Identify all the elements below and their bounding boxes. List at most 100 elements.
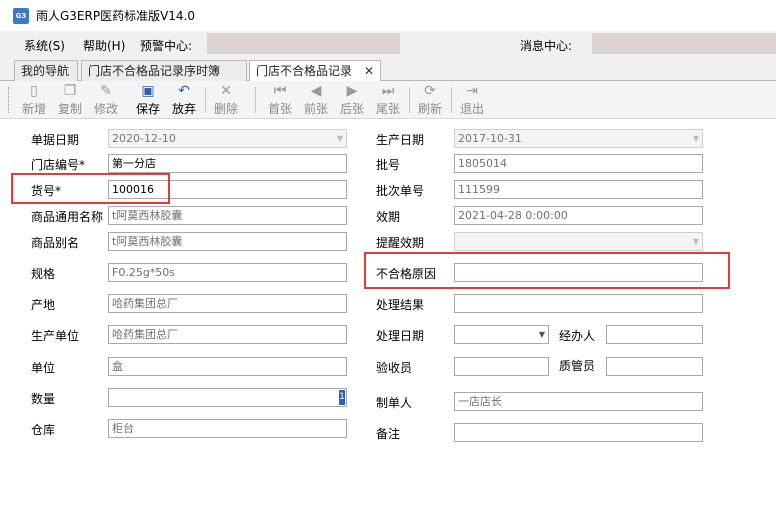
title-bar: G3 雨人G3ERP医药标准版V14.0 — [0, 0, 776, 31]
delete-button[interactable]: ✕ 删除 — [209, 83, 243, 117]
menu-bar: 系统(S) 帮助(H) 预警中心: 消息中心: — [0, 31, 776, 57]
app-logo-icon: G3 — [13, 7, 29, 24]
handle-date-label: 处理日期 — [376, 329, 425, 343]
batch-order-label: 批次单号 — [376, 184, 425, 198]
close-icon[interactable]: ✕ — [364, 61, 374, 81]
exit-icon: ⇥ — [466, 83, 478, 99]
edit-icon: ✎ — [100, 83, 112, 99]
manufacturer-field[interactable]: 哈药集团总厂 — [108, 325, 347, 344]
doc-date-field[interactable]: 2020-12-10 ▼ — [108, 129, 347, 148]
exit-button[interactable]: ⇥ 退出 — [455, 83, 489, 117]
prev-record-icon: ◀ — [310, 83, 322, 99]
toolbar-separator — [255, 87, 256, 113]
generic-name-field[interactable]: t阿莫西林胶囊 — [108, 206, 347, 225]
result-field[interactable] — [454, 294, 703, 313]
tab-my-navigation[interactable]: 我的导航 — [14, 60, 78, 81]
menu-help[interactable]: 帮助(H) — [83, 37, 125, 54]
copy-icon: ❐ — [63, 83, 77, 99]
origin-field[interactable]: 哈药集团总厂 — [108, 294, 347, 313]
warehouse-field[interactable]: 柜台 — [108, 419, 347, 438]
quantity-field[interactable]: 1 — [108, 388, 347, 407]
store-no-field[interactable]: 第一分店 — [108, 154, 347, 173]
receiver-label: 验收员 — [376, 361, 413, 375]
handle-date-field[interactable]: ▼ — [454, 325, 549, 344]
maker-label: 制单人 — [376, 396, 413, 410]
chevron-down-icon[interactable]: ▼ — [693, 233, 699, 250]
last-record-icon: ⏭ — [381, 83, 395, 99]
tab-bar: 我的导航 门店不合格品记录序时簿 门店不合格品记录 ✕ — [0, 57, 776, 82]
unit-label: 单位 — [31, 361, 56, 375]
handler-field[interactable] — [606, 325, 703, 344]
first-record-icon: ⏮ — [273, 83, 287, 99]
qc-field[interactable] — [606, 357, 703, 376]
menu-system[interactable]: 系统(S) — [24, 37, 65, 54]
undo-icon: ↶ — [178, 83, 190, 99]
item-no-highlight — [11, 173, 170, 204]
record-form: 单据日期 2020-12-10 ▼ 门店编号* 第一分店 货号* 100016 商… — [0, 119, 776, 517]
refresh-icon: ⟳ — [424, 83, 436, 99]
edit-button[interactable]: ✎ 修改 — [89, 83, 123, 117]
tab-label: 我的导航 — [21, 64, 70, 78]
spec-label: 规格 — [31, 267, 56, 281]
tab-label: 门店不合格品记录序时簿 — [88, 64, 221, 78]
message-center-label: 消息中心: — [520, 39, 573, 53]
toolbar-separator — [205, 87, 206, 113]
toolbar-separator — [451, 87, 452, 113]
store-no-label: 门店编号* — [31, 158, 86, 172]
toolbar: ▯ 新增 ❐ 复制 ✎ 修改 ▣ 保存 ↶ 放弃 ✕ 删除 ⏮ 首张 ◀ 前张 ▶ 后张 ⏭ 尾张 … — [0, 81, 776, 119]
tab-store-reject-journal[interactable]: 门店不合格品记录序时簿 — [81, 60, 247, 81]
save-icon: ▣ — [141, 83, 155, 99]
expiry-label: 效期 — [376, 210, 401, 224]
next-button[interactable]: ▶ 后张 — [335, 83, 369, 117]
window-title: 雨人G3ERP医药标准版V14.0 — [36, 9, 196, 23]
manufacturer-label: 生产单位 — [31, 329, 80, 343]
prod-date-label: 生产日期 — [376, 133, 425, 147]
warehouse-label: 仓库 — [31, 423, 56, 437]
first-button[interactable]: ⏮ 首张 — [263, 83, 297, 117]
quantity-label: 数量 — [31, 392, 56, 406]
reject-reason-highlight — [364, 252, 730, 289]
new-doc-icon: ▯ — [30, 83, 38, 99]
origin-label: 产地 — [31, 298, 56, 312]
save-button[interactable]: ▣ 保存 — [131, 83, 165, 117]
remind-expiry-label: 提醒效期 — [376, 236, 425, 250]
unit-field[interactable]: 盒 — [108, 357, 347, 376]
alias-label: 商品别名 — [31, 236, 80, 250]
result-label: 处理结果 — [376, 298, 425, 312]
batch-order-field[interactable]: 111599 — [454, 180, 703, 199]
remark-field[interactable] — [454, 423, 703, 442]
remind-expiry-field[interactable]: ▼ — [454, 232, 703, 251]
chevron-down-icon[interactable]: ▼ — [539, 326, 545, 343]
spec-field[interactable]: F0.25g*50s — [108, 263, 347, 282]
remark-label: 备注 — [376, 427, 401, 441]
generic-name-label: 商品通用名称 — [31, 210, 104, 224]
warning-center-box[interactable] — [207, 33, 400, 54]
chevron-down-icon[interactable]: ▼ — [337, 130, 343, 147]
warning-center-label: 预警中心: — [140, 39, 193, 53]
tab-label: 门店不合格品记录 — [256, 64, 353, 78]
chevron-down-icon[interactable]: ▼ — [693, 130, 699, 147]
prod-date-field[interactable]: 2017-10-31 ▼ — [454, 129, 703, 148]
toolbar-separator — [409, 87, 410, 113]
doc-date-label: 单据日期 — [31, 133, 80, 147]
quantity-value: 1 — [339, 390, 345, 405]
maker-field[interactable]: 一店店长 — [454, 392, 703, 411]
delete-icon: ✕ — [220, 83, 232, 99]
message-center-box[interactable] — [592, 33, 776, 54]
new-button[interactable]: ▯ 新增 — [17, 83, 51, 117]
qc-label: 质管员 — [559, 359, 596, 373]
batch-no-field[interactable]: 1805014 — [454, 154, 703, 173]
copy-button[interactable]: ❐ 复制 — [53, 83, 87, 117]
toolbar-grip[interactable] — [8, 87, 11, 113]
batch-no-label: 批号 — [376, 158, 401, 172]
prev-button[interactable]: ◀ 前张 — [299, 83, 333, 117]
receiver-field[interactable] — [454, 357, 549, 376]
tab-store-reject-record[interactable]: 门店不合格品记录 ✕ — [249, 60, 381, 82]
handler-label: 经办人 — [559, 329, 596, 343]
expiry-field[interactable]: 2021-04-28 0:00:00 — [454, 206, 703, 225]
discard-button[interactable]: ↶ 放弃 — [167, 83, 201, 117]
alias-field[interactable]: t阿莫西林胶囊 — [108, 232, 347, 251]
refresh-button[interactable]: ⟳ 刷新 — [413, 83, 447, 117]
next-record-icon: ▶ — [346, 83, 358, 99]
last-button[interactable]: ⏭ 尾张 — [371, 83, 405, 117]
